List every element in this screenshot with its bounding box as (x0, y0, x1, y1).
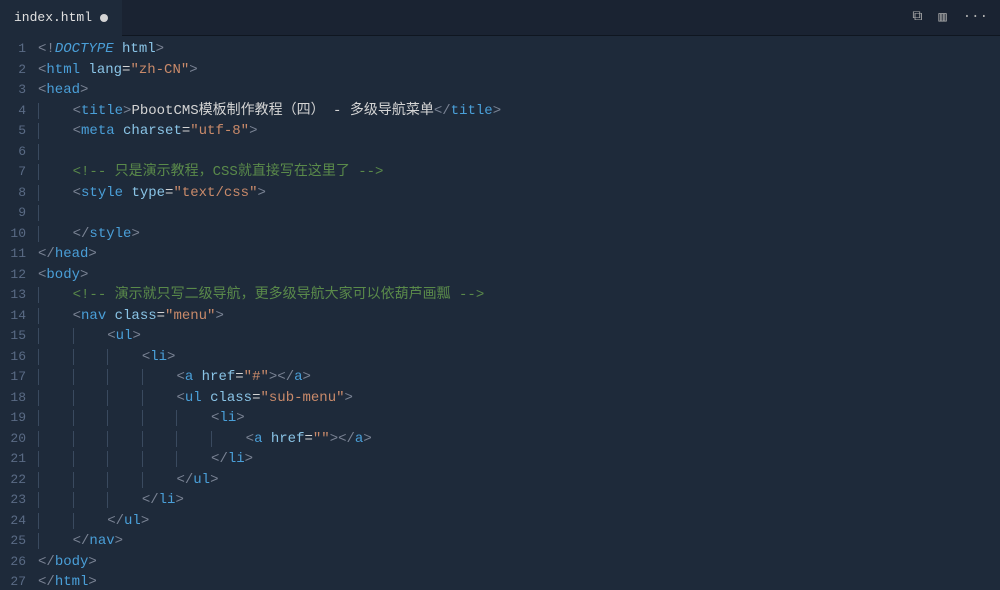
code-line[interactable]: <meta charset="utf-8"> (38, 121, 1000, 142)
line-number-gutter: 1234567891011121314151617181920212223242… (0, 36, 38, 590)
line-number: 12 (0, 265, 26, 286)
modified-dot-icon (100, 14, 108, 22)
line-number: 7 (0, 162, 26, 183)
code-line[interactable]: <a href=""></a> (38, 429, 1000, 450)
code-line[interactable]: </li> (38, 449, 1000, 470)
line-number: 15 (0, 326, 26, 347)
line-number: 10 (0, 224, 26, 245)
line-number: 1 (0, 39, 26, 60)
line-number: 25 (0, 531, 26, 552)
line-number: 6 (0, 142, 26, 163)
line-number: 19 (0, 408, 26, 429)
code-line[interactable] (38, 203, 1000, 224)
line-number: 13 (0, 285, 26, 306)
line-number: 26 (0, 552, 26, 573)
code-line[interactable]: </ul> (38, 511, 1000, 532)
tab-filename: index.html (14, 10, 92, 25)
line-number: 3 (0, 80, 26, 101)
code-line[interactable]: <nav class="menu"> (38, 306, 1000, 327)
editor-area[interactable]: 1234567891011121314151617181920212223242… (0, 36, 1000, 590)
line-number: 14 (0, 306, 26, 327)
code-line[interactable]: <a href="#"></a> (38, 367, 1000, 388)
code-line[interactable]: </nav> (38, 531, 1000, 552)
tab-bar: index.html ⧉ ▥ ··· (0, 0, 1000, 36)
code-line[interactable]: <ul> (38, 326, 1000, 347)
code-line[interactable]: <ul class="sub-menu"> (38, 388, 1000, 409)
line-number: 23 (0, 490, 26, 511)
code-line[interactable]: </li> (38, 490, 1000, 511)
line-number: 21 (0, 449, 26, 470)
line-number: 27 (0, 572, 26, 590)
line-number: 18 (0, 388, 26, 409)
line-number: 24 (0, 511, 26, 532)
code-line[interactable]: <body> (38, 265, 1000, 286)
code-line[interactable] (38, 142, 1000, 163)
code-line[interactable]: </style> (38, 224, 1000, 245)
code-line[interactable]: <li> (38, 408, 1000, 429)
line-number: 5 (0, 121, 26, 142)
more-icon[interactable]: ··· (963, 9, 988, 26)
code-line[interactable]: <title>PbootCMS模板制作教程（四） - 多级导航菜单</title… (38, 101, 1000, 122)
line-number: 11 (0, 244, 26, 265)
code-line[interactable]: <html lang="zh-CN"> (38, 60, 1000, 81)
code-line[interactable]: <li> (38, 347, 1000, 368)
code-line[interactable]: <!DOCTYPE html> (38, 39, 1000, 60)
code-line[interactable]: <head> (38, 80, 1000, 101)
editor-tab[interactable]: index.html (0, 0, 122, 36)
line-number: 16 (0, 347, 26, 368)
code-line[interactable]: <!-- 只是演示教程，CSS就直接写在这里了 --> (38, 162, 1000, 183)
code-line[interactable]: </html> (38, 572, 1000, 590)
line-number: 20 (0, 429, 26, 450)
tab-actions: ⧉ ▥ ··· (912, 9, 1000, 26)
code-line[interactable]: </body> (38, 552, 1000, 573)
line-number: 9 (0, 203, 26, 224)
line-number: 17 (0, 367, 26, 388)
code-content[interactable]: <!DOCTYPE html><html lang="zh-CN"><head>… (38, 36, 1000, 590)
code-line[interactable]: </ul> (38, 470, 1000, 491)
line-number: 2 (0, 60, 26, 81)
line-number: 22 (0, 470, 26, 491)
compare-icon[interactable]: ⧉ (912, 9, 922, 26)
code-line[interactable]: </head> (38, 244, 1000, 265)
code-line[interactable]: <style type="text/css"> (38, 183, 1000, 204)
line-number: 4 (0, 101, 26, 122)
split-editor-icon[interactable]: ▥ (938, 9, 946, 26)
line-number: 8 (0, 183, 26, 204)
code-line[interactable]: <!-- 演示就只写二级导航，更多级导航大家可以依葫芦画瓢 --> (38, 285, 1000, 306)
